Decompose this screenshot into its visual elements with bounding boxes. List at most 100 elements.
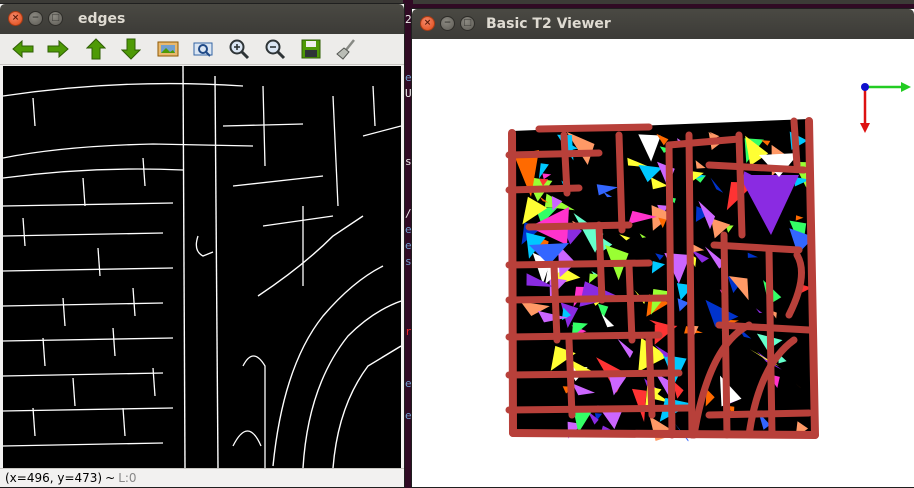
mesh-outline-edge [565, 336, 576, 419]
mesh-outline-edge [505, 149, 603, 159]
maximize-button[interactable]: □ [48, 11, 63, 26]
maximize-icon: □ [463, 18, 472, 28]
edge-contour [222, 123, 304, 127]
edge-contour [142, 157, 146, 187]
pan-right-button[interactable] [45, 37, 71, 61]
mesh-outline-edge [560, 131, 571, 197]
mesh-outline-edge [705, 161, 808, 174]
close-button[interactable]: × [8, 11, 23, 26]
mesh-outline-edge [790, 117, 801, 169]
y-axis-arrowhead [860, 123, 870, 133]
edge-contour [3, 302, 164, 307]
edge-contour [372, 85, 376, 127]
zoom-in-button[interactable] [226, 37, 252, 61]
edge-contour [3, 442, 164, 447]
cursor-coordinates: (x=496, y=473) [5, 471, 103, 485]
terminal-glyph: e [405, 377, 412, 390]
edge-contour [72, 377, 76, 407]
zoom-original-icon [193, 42, 213, 57]
mesh-outline-edge [645, 333, 656, 419]
edge-contour [3, 202, 174, 207]
terminal-glyph: r [405, 325, 412, 338]
minimize-button[interactable]: − [28, 11, 43, 26]
edge-contour [262, 215, 334, 227]
arrow-up-icon [86, 38, 106, 60]
t2-render-canvas[interactable] [412, 39, 914, 487]
mesh-outline-edge [715, 321, 813, 334]
terminal-glyph: 2 [405, 13, 412, 26]
t2-titlebar[interactable]: × − □ Basic T2 Viewer [412, 9, 914, 39]
terminal-glyph: e [405, 223, 412, 236]
maximize-button[interactable]: □ [460, 16, 475, 31]
mesh-outline-edge [595, 221, 606, 304]
edge-contour [3, 407, 174, 412]
arrow-right-icon [47, 40, 69, 58]
mesh-outline-edge [685, 131, 696, 439]
edge-contour [3, 372, 164, 377]
edge-contour [82, 177, 86, 207]
save-icon [301, 39, 321, 59]
edge-contour [302, 300, 401, 468]
edge-image-canvas[interactable] [3, 66, 401, 468]
edges-window: × − □ edges (x=496, y=473) ~ L:0 [0, 4, 404, 487]
edge-contour [232, 430, 262, 447]
t2-viewer-window: × − □ Basic T2 Viewer [412, 9, 914, 487]
fit-window-button[interactable] [155, 37, 181, 61]
close-button[interactable]: × [420, 16, 435, 31]
image-toolbar [0, 34, 404, 65]
image-icon [157, 41, 179, 57]
mesh-outline-edge [505, 294, 673, 304]
edge-contour [257, 215, 364, 297]
edge-contour [182, 66, 186, 468]
mesh-outline-edge [535, 123, 653, 133]
edge-contour [152, 367, 156, 397]
edge-contour [32, 407, 36, 437]
x-axis-arrowhead [901, 82, 911, 92]
mesh-outline-edge [525, 221, 633, 231]
edge-contour [332, 345, 401, 468]
minimize-button[interactable]: − [440, 16, 455, 31]
zoom-in-icon [229, 39, 250, 60]
pan-left-button[interactable] [10, 37, 36, 61]
mesh-outline-edge [735, 131, 746, 239]
edge-contour [242, 355, 266, 468]
edge-contour [97, 247, 101, 277]
mesh-outline-edge [615, 131, 626, 234]
mesh-outline-edge [665, 141, 676, 439]
properties-button[interactable] [333, 37, 359, 61]
pan-down-button[interactable] [118, 37, 144, 61]
maximize-icon: □ [51, 13, 60, 23]
zoom-original-button[interactable] [190, 37, 216, 61]
edge-contour [232, 175, 324, 187]
edge-contour [214, 75, 219, 468]
broom-icon [336, 39, 355, 60]
close-icon: × [423, 18, 432, 28]
status-separator: ~ [105, 471, 116, 485]
mesh-outline-edge [505, 331, 663, 341]
save-button[interactable] [298, 37, 324, 61]
zoom-out-button[interactable] [262, 37, 288, 61]
terminal-glyph: e [405, 239, 412, 252]
edge-contour [42, 337, 46, 367]
edge-contour [22, 217, 26, 247]
window-title: Basic T2 Viewer [486, 16, 611, 32]
zoom-out-icon [265, 39, 286, 60]
mesh-outline-edge [508, 129, 517, 437]
edge-contour [195, 235, 214, 257]
arrow-down-icon [121, 38, 141, 60]
edge-contour [3, 82, 244, 97]
mesh-outline-edge [550, 261, 561, 344]
edge-contour [3, 168, 184, 179]
minimize-icon: − [443, 18, 452, 28]
terminal-glyph: e [405, 409, 412, 422]
edge-detection-image [3, 66, 401, 468]
edge-contour [62, 297, 66, 327]
edge-contour [32, 97, 36, 127]
edges-titlebar[interactable]: × − □ edges [0, 4, 404, 34]
edge-contour [262, 85, 266, 167]
close-icon: × [11, 13, 20, 23]
terminal-glyph: s [405, 255, 412, 268]
pan-up-button[interactable] [83, 37, 109, 61]
triangulation-mesh [505, 82, 911, 442]
edge-contour [112, 327, 116, 357]
